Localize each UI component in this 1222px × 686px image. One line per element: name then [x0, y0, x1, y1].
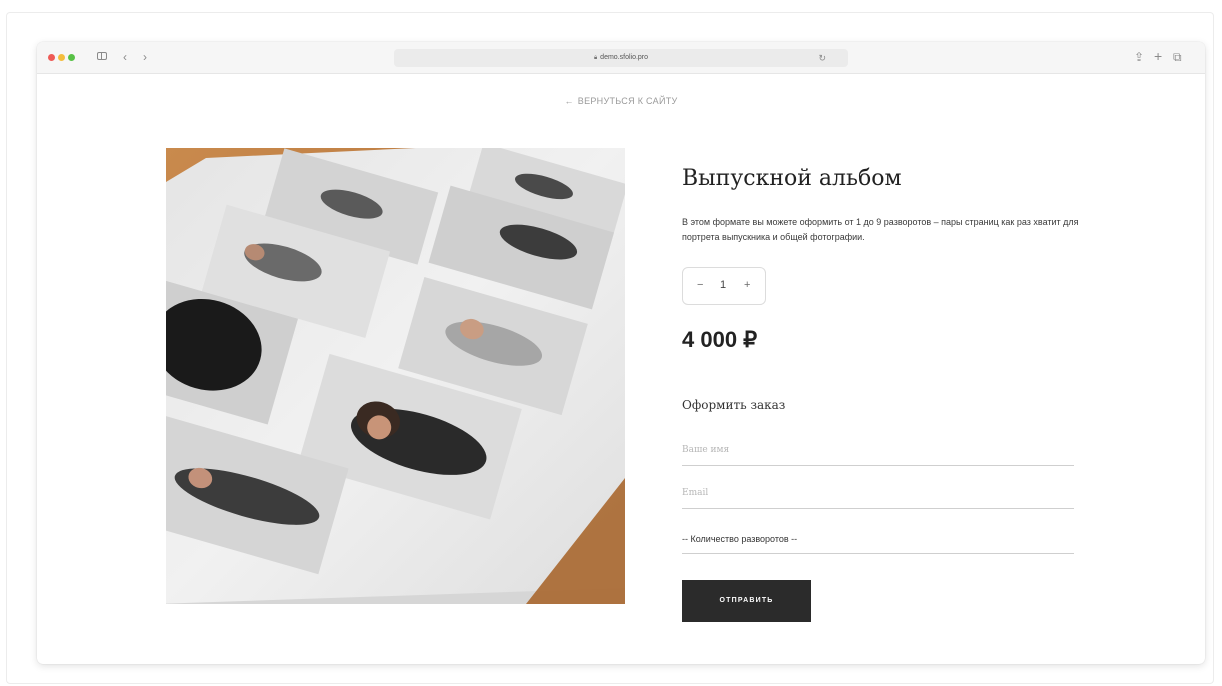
- arrow-left-icon: ←: [564, 96, 574, 106]
- decrease-quantity-button[interactable]: −: [697, 279, 703, 291]
- new-tab-icon[interactable]: +: [1154, 49, 1162, 63]
- spreads-select[interactable]: -- Количество разворотов --: [682, 529, 1074, 554]
- browser-window: ‹ › 🔒︎ demo.sfolio.pro ↻ ⇪ + ⧉ ← ВЕРНУТЬСЯ…: [37, 42, 1205, 664]
- spreads-select-value: -- Количество разворотов --: [682, 534, 798, 544]
- minimize-window-button[interactable]: [58, 54, 65, 61]
- product-title: Выпускной альбом: [682, 166, 902, 191]
- increase-quantity-button[interactable]: +: [744, 279, 750, 291]
- quantity-value[interactable]: 1: [720, 279, 726, 291]
- sidebar-toggle-icon[interactable]: [97, 52, 107, 60]
- name-input[interactable]: [682, 441, 1074, 459]
- product-image: [166, 148, 625, 604]
- address-bar[interactable]: 🔒︎ demo.sfolio.pro ↻: [394, 49, 848, 67]
- email-input[interactable]: [682, 484, 1074, 502]
- reload-icon[interactable]: ↻: [818, 49, 826, 67]
- browser-toolbar: ‹ › 🔒︎ demo.sfolio.pro ↻ ⇪ + ⧉: [37, 42, 1205, 74]
- forward-nav-icon[interactable]: ›: [143, 50, 147, 64]
- email-field: [682, 484, 1074, 509]
- url-text: demo.sfolio.pro: [600, 54, 649, 61]
- zoom-window-button[interactable]: [68, 54, 75, 61]
- product-page: ← ВЕРНУТЬСЯ К САЙТУ Выпускной альбом В э…: [37, 74, 1205, 664]
- order-form-title: Оформить заказ: [682, 398, 786, 412]
- quantity-stepper: − 1 +: [682, 267, 766, 305]
- back-link-label: ВЕРНУТЬСЯ К САЙТУ: [577, 96, 678, 106]
- back-to-site-link[interactable]: ← ВЕРНУТЬСЯ К САЙТУ: [37, 96, 1205, 106]
- product-price: 4 000 ₽: [682, 327, 758, 352]
- share-icon[interactable]: ⇪: [1134, 50, 1144, 64]
- tabs-icon[interactable]: ⧉: [1173, 50, 1182, 64]
- lock-icon: 🔒︎: [593, 55, 598, 61]
- back-nav-icon[interactable]: ‹: [123, 50, 127, 64]
- product-description: В этом формате вы можете оформить от 1 д…: [682, 217, 1079, 242]
- submit-button[interactable]: ОТПРАВИТЬ: [682, 580, 811, 622]
- close-window-button[interactable]: [48, 54, 55, 61]
- name-field: [682, 441, 1074, 466]
